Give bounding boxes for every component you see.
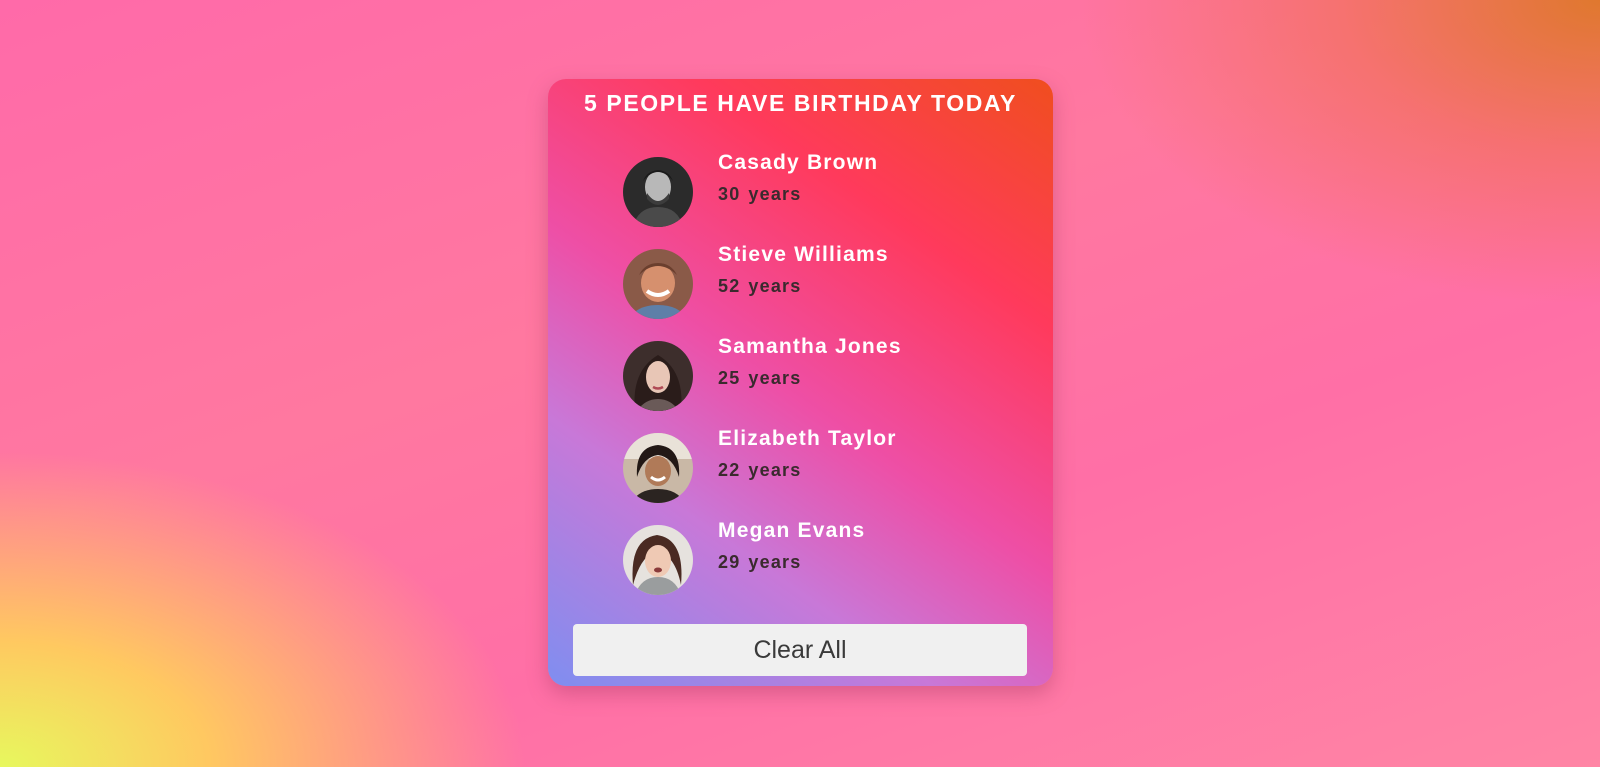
person-name: Megan Evans: [718, 519, 866, 542]
person-age: 22 years: [718, 460, 897, 481]
avatar: [623, 525, 693, 595]
person-name: Elizabeth Taylor: [718, 427, 897, 450]
age-value: 25: [718, 368, 741, 388]
age-unit: years: [748, 184, 802, 204]
person-name: Samantha Jones: [718, 335, 902, 358]
birthday-list: Casady Brown 30 years Stieve Williams 52 y…: [623, 148, 902, 608]
age-unit: years: [748, 552, 802, 572]
person-age: 25 years: [718, 368, 902, 389]
list-item: Megan Evans 29 years: [623, 516, 902, 608]
list-item: Samantha Jones 25 years: [623, 332, 902, 424]
avatar: [623, 341, 693, 411]
person-age: 52 years: [718, 276, 889, 297]
person-name: Casady Brown: [718, 151, 879, 174]
person-age: 29 years: [718, 552, 865, 573]
person-name: Stieve Williams: [718, 243, 889, 266]
clear-all-button[interactable]: Clear All: [573, 624, 1027, 676]
avatar: [623, 433, 693, 503]
age-value: 29: [718, 552, 741, 572]
age-value: 22: [718, 460, 741, 480]
age-value: 30: [718, 184, 741, 204]
card-title: 5 PEOPLE HAVE BIRTHDAY TODAY: [584, 90, 1017, 116]
list-item: Casady Brown 30 years: [623, 148, 902, 240]
list-item: Elizabeth Taylor 22 years: [623, 424, 902, 516]
avatar: [623, 157, 693, 227]
age-unit: years: [748, 276, 802, 296]
age-value: 52: [718, 276, 741, 296]
age-unit: years: [748, 368, 802, 388]
list-item: Stieve Williams 52 years: [623, 240, 902, 332]
avatar: [623, 249, 693, 319]
age-unit: years: [748, 460, 802, 480]
person-age: 30 years: [718, 184, 878, 205]
birthday-card: 5 PEOPLE HAVE BIRTHDAY TODAY Casady Brow…: [548, 79, 1053, 686]
